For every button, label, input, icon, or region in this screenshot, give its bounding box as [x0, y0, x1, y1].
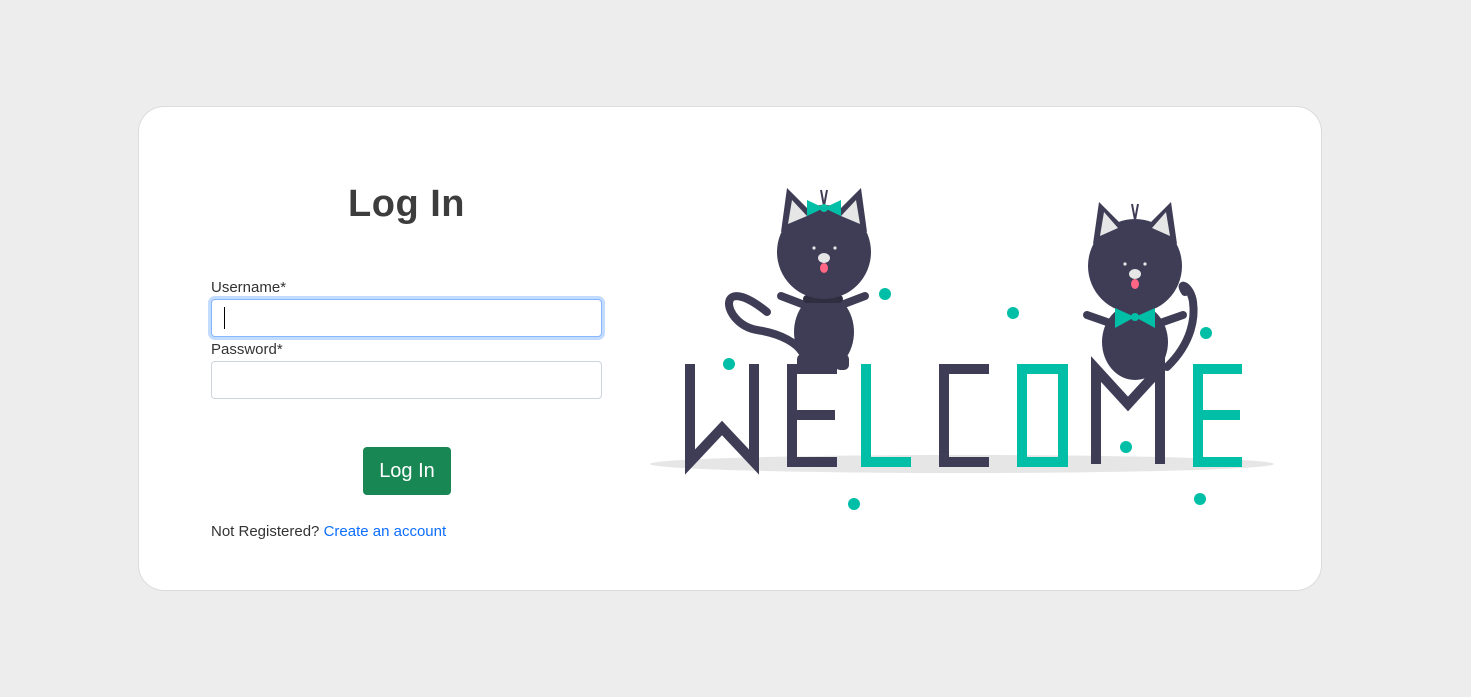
password-label: Password* [211, 341, 283, 358]
text-caret [224, 307, 225, 329]
login-form: Log In Username* Password* Log In Not Re… [211, 107, 602, 590]
page-title: Log In [348, 183, 465, 225]
welcome-word [685, 356, 1242, 475]
create-account-link[interactable]: Create an account [324, 523, 447, 540]
right-cat [1083, 202, 1198, 380]
username-input[interactable] [211, 299, 602, 337]
welcome-cats-illustration [650, 188, 1274, 510]
password-input[interactable] [211, 361, 602, 399]
register-prompt-text: Not Registered? [211, 523, 320, 540]
left-cat [725, 188, 871, 370]
login-card: Log In Username* Password* Log In Not Re… [138, 106, 1322, 591]
login-button[interactable]: Log In [363, 447, 451, 495]
register-prompt: Not Registered? Create an account [211, 523, 446, 540]
username-label: Username* [211, 279, 287, 296]
